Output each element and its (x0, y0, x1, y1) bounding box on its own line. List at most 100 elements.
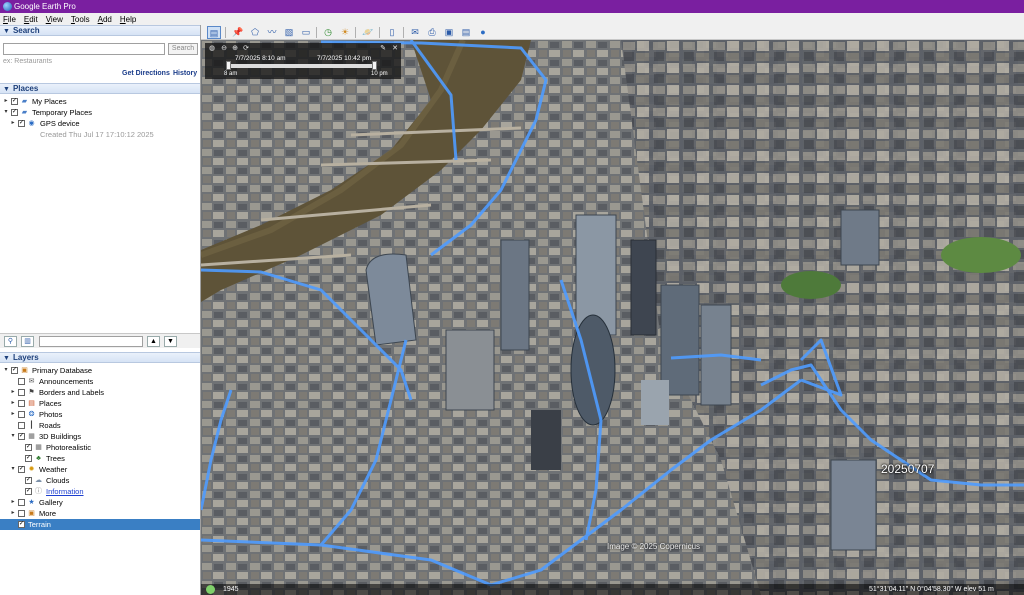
checkbox[interactable]: ✓ (25, 488, 32, 495)
panel-toggle-icon[interactable]: ▥ (21, 336, 34, 347)
layer-announcements[interactable]: ✉ Announcements (0, 376, 200, 387)
layers-panel-title: Layers (12, 353, 39, 362)
menu-file[interactable]: File (3, 15, 16, 24)
zoom-out-icon[interactable]: ⊖ (220, 45, 228, 53)
menu-edit[interactable]: Edit (24, 15, 38, 24)
time-slider-end-handle[interactable] (372, 61, 377, 70)
expand-arrow-icon[interactable]: ▸ (10, 118, 16, 129)
checkbox[interactable]: ✓ (18, 433, 25, 440)
places-filter-input[interactable] (39, 336, 143, 347)
layer-clouds[interactable]: ✓ ☁ Clouds (0, 475, 200, 486)
layer-photos[interactable]: ▸ ❂ Photos (0, 409, 200, 420)
historical-imagery-icon[interactable]: ◷ (321, 26, 335, 39)
layer-3d-buildings[interactable]: ▾ ✓ ▦ 3D Buildings (0, 431, 200, 442)
checkbox[interactable]: ✓ (11, 98, 18, 105)
layer-photorealistic[interactable]: ✓ ▦ Photorealistic (0, 442, 200, 453)
time-slider-track[interactable] (227, 64, 377, 68)
layer-trees[interactable]: ✓ ♣ Trees (0, 453, 200, 464)
layer-weather[interactable]: ▾ ✓ ✹ Weather (0, 464, 200, 475)
sidebar-toggle-icon[interactable]: ▤ (207, 26, 221, 39)
add-placemark-icon[interactable]: 📌 (231, 26, 245, 39)
map-view[interactable]: ◍ ⊖ ⊕ ⟳ ✎ ✕ 7/7/2025 8:10 am 7/7/2025 10… (201, 40, 1024, 595)
expand-arrow-icon[interactable]: ▸ (10, 508, 16, 519)
add-path-icon[interactable]: 〰 (265, 26, 279, 39)
checkbox[interactable]: ✓ (11, 109, 18, 116)
search-panel-header[interactable]: ▼ Search (0, 25, 200, 36)
checkbox[interactable]: ✓ (18, 521, 25, 528)
layer-label: Borders and Labels (39, 388, 105, 397)
checkbox[interactable]: ✓ (18, 466, 25, 473)
google-maps-icon[interactable]: ● (476, 26, 490, 39)
movie-maker-icon[interactable]: ▤ (459, 26, 473, 39)
search-button[interactable]: Search (168, 43, 198, 55)
search-icon[interactable]: ⚲ (4, 336, 17, 347)
refresh-icon[interactable]: ⟳ (242, 45, 250, 53)
collapse-arrow-icon[interactable]: ▾ (3, 107, 9, 118)
checkbox[interactable] (18, 400, 25, 407)
menu-tools[interactable]: Tools (71, 15, 90, 24)
places-item-temporary-places[interactable]: ▾ ✓ ▰ Temporary Places (0, 107, 200, 118)
menu-view[interactable]: View (46, 15, 63, 24)
email-icon[interactable]: ✉ (408, 26, 422, 39)
add-polygon-icon[interactable]: ⬠ (248, 26, 262, 39)
close-icon[interactable]: ✕ (391, 45, 399, 53)
time-slider[interactable]: ◍ ⊖ ⊕ ⟳ ✎ ✕ 7/7/2025 8:10 am 7/7/2025 10… (205, 43, 401, 79)
layer-borders-and-labels[interactable]: ▸ ⚑ Borders and Labels (0, 387, 200, 398)
layers-panel-header[interactable]: ▼ Layers (0, 352, 200, 363)
menu-help[interactable]: Help (120, 15, 136, 24)
layer-roads[interactable]: ┃ Roads (0, 420, 200, 431)
checkbox[interactable] (18, 411, 25, 418)
checkbox[interactable] (18, 389, 25, 396)
tour-guide-icon[interactable] (206, 585, 215, 594)
expand-arrow-icon[interactable]: ▸ (10, 398, 16, 409)
layer-information[interactable]: ✓ ⓘ Information (0, 486, 200, 497)
checkbox[interactable]: ✓ (25, 455, 32, 462)
menu-add[interactable]: Add (98, 15, 112, 24)
track-label[interactable]: 20250707 (881, 462, 934, 476)
layer-terrain[interactable]: ✓ Terrain (0, 519, 200, 530)
checkbox[interactable]: ✓ (11, 367, 18, 374)
save-image-icon[interactable]: ▣ (442, 26, 456, 39)
checkbox[interactable] (18, 378, 25, 385)
print-icon[interactable]: ⎙ (425, 26, 439, 39)
places-item-my-places[interactable]: ▸ ✓ ▰ My Places (0, 96, 200, 107)
expand-arrow-icon[interactable]: ▸ (10, 387, 16, 398)
ruler-icon[interactable]: ▯ (385, 26, 399, 39)
checkbox[interactable]: ✓ (25, 444, 32, 451)
checkbox[interactable] (18, 499, 25, 506)
layer-label: Announcements (39, 377, 94, 386)
search-input[interactable] (3, 43, 165, 55)
layer-primary-database[interactable]: ▾ ✓ ▣ Primary Database (0, 365, 200, 376)
collapse-arrow-icon[interactable]: ▾ (3, 365, 9, 376)
move-down-icon[interactable]: ▼ (164, 336, 177, 347)
sunlight-icon[interactable]: ☀ (338, 26, 352, 39)
layer-gallery[interactable]: ▸ ★ Gallery (0, 497, 200, 508)
switch-planet-icon[interactable]: 🪐 (361, 26, 375, 39)
layer-label-link[interactable]: Information (46, 486, 84, 497)
expand-arrow-icon[interactable]: ▸ (10, 409, 16, 420)
layer-places[interactable]: ▸ ▤ Places (0, 398, 200, 409)
wrench-icon[interactable]: ✎ (379, 45, 387, 53)
time-range-start: 7/7/2025 8:10 am (235, 55, 286, 62)
checkbox[interactable]: ✓ (18, 120, 25, 127)
map-imagery[interactable] (201, 40, 1024, 595)
get-directions-link[interactable]: Get Directions (122, 70, 170, 77)
record-tour-icon[interactable]: ▭ (299, 26, 313, 39)
zoom-in-icon[interactable]: ⊕ (231, 45, 239, 53)
collapse-arrow-icon[interactable]: ▾ (10, 464, 16, 475)
places-panel-header[interactable]: ▼ Places (0, 83, 200, 94)
expand-arrow-icon[interactable]: ▸ (10, 497, 16, 508)
checkbox[interactable] (18, 422, 25, 429)
layer-more[interactable]: ▸ ▣ More (0, 508, 200, 519)
globe-icon[interactable]: ◍ (208, 45, 216, 53)
history-link[interactable]: History (173, 70, 197, 77)
move-up-icon[interactable]: ▲ (147, 336, 160, 347)
collapse-arrow-icon[interactable]: ▾ (10, 431, 16, 442)
checkbox[interactable] (18, 510, 25, 517)
expand-arrow-icon[interactable]: ▸ (3, 96, 9, 107)
time-slider-start-handle[interactable] (226, 61, 231, 70)
checkbox[interactable]: ✓ (25, 477, 32, 484)
add-image-overlay-icon[interactable]: ▧ (282, 26, 296, 39)
places-item-gps-device[interactable]: ▸ ✓ ◉ GPS device (0, 118, 200, 129)
layer-label: 3D Buildings (39, 432, 82, 441)
